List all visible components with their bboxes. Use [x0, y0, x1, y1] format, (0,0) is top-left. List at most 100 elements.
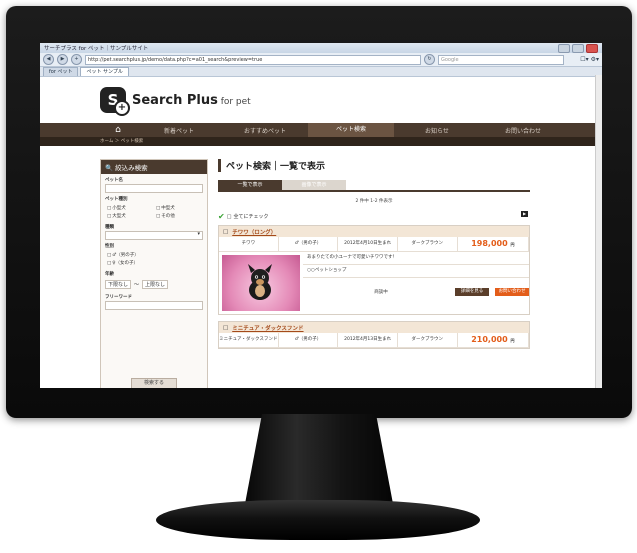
pet-shop: ○○ペットショップ — [303, 265, 529, 278]
browser-titlebar: サーチプラス for ペット｜サンプルサイト — [40, 43, 602, 53]
browser-tabbar: for ペット ペット サンプル — [40, 67, 602, 77]
back-icon[interactable]: ◀ — [43, 54, 54, 65]
checkmark-icon: ✔ — [218, 212, 225, 221]
add-icon[interactable]: + — [71, 54, 82, 65]
pet-name-link[interactable]: チワワ（ロング） — [232, 228, 276, 236]
pet-checkbox[interactable]: □ — [223, 325, 228, 331]
pet-card: □ ミニチュア・ダックスフンド ミニチュア・ダックスフンド ♂（男の子） 201… — [218, 321, 530, 349]
pet-price-unit: 円 — [510, 338, 515, 343]
gender-checkbox[interactable]: ♂（男の子） — [107, 252, 201, 258]
site-header: S + Search Plus for pet — [40, 77, 602, 123]
pet-name-label: ペット名 — [105, 178, 123, 183]
view-tabs: 一覧で表示 画像で表示 — [218, 180, 530, 190]
age-label: 年齢 — [105, 272, 114, 277]
pet-color: ダークブラウン — [398, 237, 458, 251]
age-from-select[interactable]: 下限なし — [105, 280, 132, 289]
browser-tab-active[interactable]: ペット サンプル — [80, 67, 129, 76]
keyword-label: フリーワード — [105, 295, 132, 300]
pet-type-checkbox[interactable]: その他 — [156, 213, 201, 219]
filter-title: 🔍 絞込み検索 — [101, 160, 207, 174]
breed-select[interactable] — [105, 231, 203, 240]
check-all-row[interactable]: ✔ □ 全てにチェック — [218, 212, 530, 221]
pet-card-header: □ ミニチュア・ダックスフンド — [219, 322, 529, 333]
nav-item-pet-search[interactable]: ペット検索 — [308, 123, 394, 137]
pet-type-checkbox[interactable]: 小型犬 — [107, 205, 152, 211]
web-page: S + Search Plus for pet ⌂ 新着ペット おすすめペット … — [40, 77, 602, 388]
gender-checkbox[interactable]: ♀（女の子） — [107, 260, 201, 266]
result-count: 2 件中 1-2 件表示 — [355, 199, 393, 204]
check-all-label: 全てにチェック — [233, 214, 269, 220]
close-button[interactable] — [586, 43, 598, 53]
keyword-input[interactable] — [105, 301, 203, 310]
pet-card: □ チワワ（ロング） チワワ ♂（男の子） 2012年4月10日生まれ ダークブ… — [218, 225, 530, 315]
nav-item-new-pets[interactable]: 新着ペット — [136, 126, 222, 135]
inquiry-button[interactable]: お問い合わせ — [495, 288, 529, 296]
logo-suffix: for pet — [217, 96, 251, 107]
window-title: サーチプラス for ペット｜サンプルサイト — [44, 46, 149, 52]
monitor-screen: サーチプラス for ペット｜サンプルサイト ◀ ▶ + http://pet.… — [40, 43, 602, 388]
filter-sidebar: 🔍 絞込み検索 ペット名 ペット種別 小型犬 中型犬 大型犬 その他 種類 性別 — [100, 159, 208, 388]
detail-button[interactable]: 詳細を見る — [455, 288, 489, 296]
gender-label: 性別 — [105, 244, 114, 249]
age-to-select[interactable]: 上限なし — [142, 280, 169, 289]
tabs-underline — [218, 190, 530, 192]
pet-attributes-row: ミニチュア・ダックスフンド ♂（男の子） 2012年4月13日生まれ ダークブラ… — [219, 333, 530, 348]
pet-color: ダークブラウン — [398, 333, 458, 347]
pet-gender: ♂（男の子） — [279, 237, 339, 251]
pet-birth: 2012年4月13日生まれ — [338, 333, 398, 347]
pet-type-checks: 小型犬 中型犬 大型犬 その他 — [101, 203, 207, 221]
house-icon[interactable]: ⌂ — [100, 125, 136, 135]
breadcrumb[interactable]: ホーム ＞ ペット検索 — [40, 137, 602, 146]
tab-list-view[interactable]: 一覧で表示 — [218, 180, 282, 190]
next-page-button[interactable]: ▶ — [521, 211, 528, 217]
pet-price-value: 198,000 — [471, 239, 508, 248]
pet-description: あまりたての小ユーナで可愛いチワワです！ — [303, 252, 529, 265]
monitor-frame: サーチプラス for ペット｜サンプルサイト ◀ ▶ + http://pet.… — [6, 6, 632, 418]
logo-name: Search Plus — [132, 92, 218, 108]
monitor-stand-base — [156, 500, 480, 540]
site-logo-text[interactable]: Search Plus for pet — [132, 93, 251, 108]
address-bar[interactable]: http://pet.searchplus.jp/demo/data.php?c… — [85, 54, 421, 65]
nav-item-contact[interactable]: お問い合わせ — [480, 126, 566, 135]
pet-type-checkbox[interactable]: 大型犬 — [107, 213, 152, 219]
pet-card-body: あまりたての小ユーナで可愛いチワワです！ ○○ペットショップ 商談中 詳細を見る… — [219, 252, 529, 314]
pet-status: 商談中 — [374, 290, 388, 295]
pet-name-link[interactable]: ミニチュア・ダックスフンド — [232, 324, 303, 332]
pet-checkbox[interactable]: □ — [223, 229, 228, 235]
maximize-button[interactable] — [572, 43, 584, 53]
pet-gender: ♂（男の子） — [279, 333, 339, 347]
bookmark-icon[interactable]: ☐▾ ⚙▾ — [580, 56, 599, 63]
pet-breed: チワワ — [219, 237, 279, 251]
tab-image-view[interactable]: 画像で表示 — [282, 180, 346, 190]
browser-search-input[interactable]: Google — [438, 54, 564, 65]
pet-price: 210,000 円 — [458, 333, 530, 347]
nav-item-news[interactable]: お知らせ — [394, 126, 480, 135]
pet-card-header: □ チワワ（ロング） — [219, 226, 529, 237]
pet-birth: 2012年4月10日生まれ — [338, 237, 398, 251]
page-title: ペット検索｜一覧で表示 — [218, 159, 530, 172]
pet-price-unit: 円 — [510, 242, 515, 247]
pet-actions: 商談中 詳細を見る お問い合わせ — [303, 278, 529, 306]
pet-price-value: 210,000 — [471, 335, 508, 344]
logo-icon[interactable]: S + — [100, 87, 130, 116]
dog-photo-icon — [248, 264, 272, 300]
pet-type-checkbox[interactable]: 中型犬 — [156, 205, 201, 211]
breed-label: 種類 — [105, 225, 114, 230]
refresh-icon[interactable]: ↻ — [424, 54, 435, 65]
forward-icon[interactable]: ▶ — [57, 54, 68, 65]
browser-scrollbar[interactable] — [595, 75, 602, 388]
pet-photo[interactable] — [222, 255, 300, 311]
pet-breed: ミニチュア・ダックスフンド — [219, 333, 279, 347]
pet-price: 198,000 円 — [458, 237, 530, 251]
minimize-button[interactable] — [558, 43, 570, 53]
age-range: 下限なし ～ 上限なし — [101, 278, 207, 291]
pet-type-label: ペット種別 — [105, 197, 128, 202]
search-button[interactable]: 検索する — [131, 378, 177, 388]
logo-plus: + — [114, 100, 130, 116]
browser-tab[interactable]: for ペット — [43, 67, 79, 76]
check-all-checkbox[interactable]: □ — [227, 214, 232, 220]
pet-name-input[interactable] — [105, 184, 203, 193]
window-controls — [558, 43, 598, 53]
pet-info: あまりたての小ユーナで可愛いチワワです！ ○○ペットショップ 商談中 詳細を見る… — [303, 252, 529, 314]
nav-item-recommended[interactable]: おすすめペット — [222, 126, 308, 135]
